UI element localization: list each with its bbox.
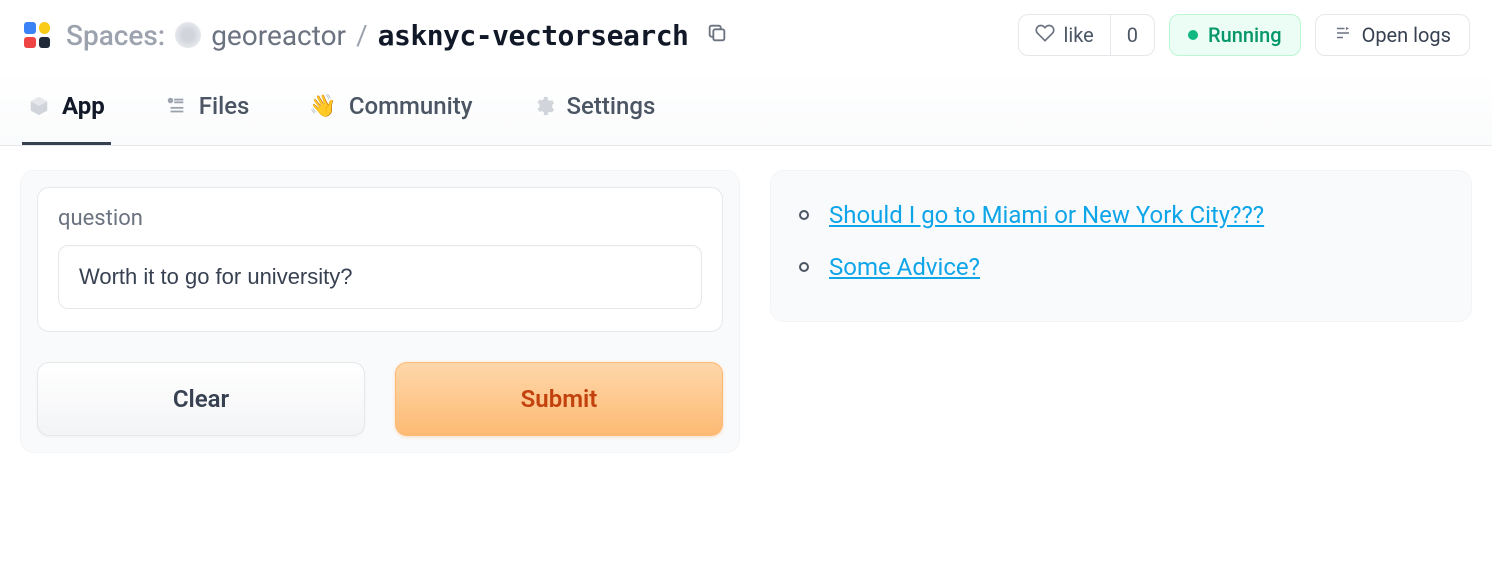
cube-icon — [28, 95, 50, 117]
files-icon — [165, 95, 187, 117]
status-dot-icon — [1188, 30, 1198, 40]
like-group: like 0 — [1018, 14, 1155, 56]
breadcrumb: Spaces: georeactor / asknyc-vectorsearch — [66, 19, 688, 52]
clear-button[interactable]: Clear — [37, 362, 365, 436]
bullet-icon — [799, 210, 809, 220]
tab-app[interactable]: App — [22, 70, 111, 145]
question-label: question — [58, 206, 702, 231]
tabs-row: App Files 👋 Community Settings — [0, 70, 1492, 146]
repo-link[interactable]: asknyc-vectorsearch — [378, 19, 689, 52]
tab-files-label: Files — [199, 92, 250, 120]
logs-label: Open logs — [1362, 23, 1451, 47]
like-label: like — [1063, 23, 1093, 47]
question-input[interactable] — [58, 245, 702, 309]
tab-app-label: App — [62, 92, 105, 120]
bullet-icon — [799, 262, 809, 272]
owner-avatar[interactable] — [175, 22, 201, 48]
status-badge[interactable]: Running — [1169, 14, 1301, 56]
button-row: Clear Submit — [37, 362, 723, 436]
list-item: Should I go to Miami or New York City??? — [799, 189, 1443, 241]
wave-emoji-icon: 👋 — [309, 94, 336, 119]
spaces-logo-icon — [22, 20, 52, 50]
like-count: 0 — [1111, 23, 1154, 47]
list-item: Some Advice? — [799, 241, 1443, 293]
logs-icon — [1334, 23, 1352, 47]
open-logs-button[interactable]: Open logs — [1315, 14, 1470, 56]
gear-icon — [533, 95, 555, 117]
tab-community-label: Community — [349, 92, 473, 120]
result-link[interactable]: Some Advice? — [829, 253, 980, 281]
tab-settings-label: Settings — [567, 92, 656, 120]
slash: / — [356, 19, 368, 52]
question-card: question — [37, 187, 723, 332]
heart-icon — [1035, 23, 1055, 48]
owner-link[interactable]: georeactor — [211, 19, 346, 52]
tab-community[interactable]: 👋 Community — [303, 70, 478, 145]
tab-settings[interactable]: Settings — [527, 70, 662, 145]
result-link[interactable]: Should I go to Miami or New York City??? — [829, 201, 1264, 229]
like-button[interactable]: like — [1019, 15, 1110, 55]
main-content: question Clear Submit Should I go to Mia… — [0, 146, 1492, 477]
tab-files[interactable]: Files — [159, 70, 256, 145]
results-panel: Should I go to Miami or New York City???… — [770, 170, 1472, 322]
status-text: Running — [1208, 23, 1282, 47]
input-panel: question Clear Submit — [20, 170, 740, 453]
submit-button[interactable]: Submit — [395, 362, 723, 436]
header-bar: Spaces: georeactor / asknyc-vectorsearch… — [0, 0, 1492, 70]
results-list: Should I go to Miami or New York City???… — [799, 189, 1443, 293]
copy-name-icon[interactable] — [702, 18, 732, 52]
spaces-label: Spaces: — [66, 19, 165, 52]
